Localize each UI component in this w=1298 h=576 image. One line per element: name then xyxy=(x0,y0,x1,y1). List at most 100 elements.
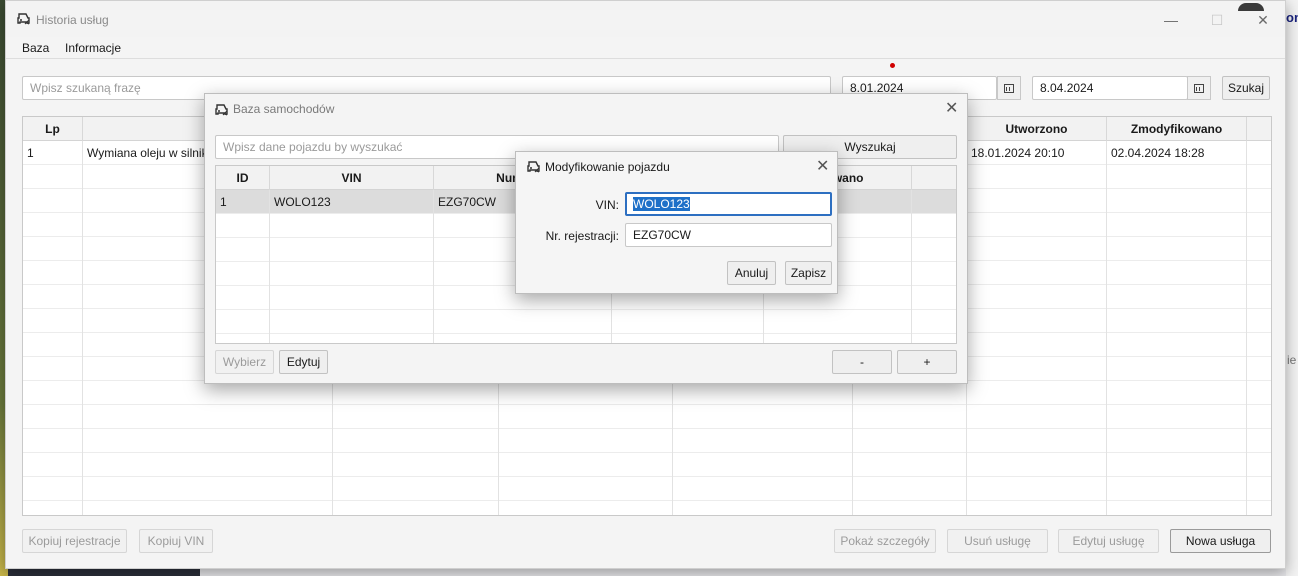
cell-empty xyxy=(1107,165,1247,189)
vin-label: VIN: xyxy=(595,198,619,212)
calendar-icon xyxy=(1194,83,1204,93)
cell-empty xyxy=(23,405,83,429)
cell-empty xyxy=(612,310,764,334)
menu-baza[interactable]: Baza xyxy=(22,41,49,55)
cell-empty xyxy=(23,501,83,515)
cell-empty xyxy=(967,309,1107,333)
date-from-picker-button[interactable] xyxy=(997,76,1021,100)
add-vehicle-button[interactable]: + xyxy=(897,350,957,374)
empty-table-row xyxy=(216,310,956,334)
cell-empty xyxy=(23,309,83,333)
cell-empty xyxy=(83,501,333,515)
column-header-vin[interactable]: VIN xyxy=(270,166,434,190)
car-icon xyxy=(527,161,540,173)
empty-table-row xyxy=(23,429,1271,453)
notification-dot xyxy=(890,63,895,68)
cell-empty xyxy=(967,405,1107,429)
copy-registration-button[interactable]: Kopiuj rejestracje xyxy=(22,529,127,553)
cell-empty xyxy=(1107,213,1247,237)
cell-empty xyxy=(673,477,853,501)
empty-table-row xyxy=(23,381,1271,405)
cell-empty xyxy=(23,237,83,261)
maximize-button[interactable]: ☐ xyxy=(1194,7,1240,33)
cell-empty xyxy=(1107,429,1247,453)
cell-empty xyxy=(23,261,83,285)
cell-lp: 1 xyxy=(23,141,83,165)
title-bar[interactable]: Historia usług — ☐ ✕ xyxy=(6,1,1285,37)
cell-empty xyxy=(83,381,333,405)
cell-empty xyxy=(23,429,83,453)
cell-empty xyxy=(912,334,956,343)
cell-empty xyxy=(853,429,967,453)
cancel-button[interactable]: Anuluj xyxy=(727,261,776,285)
minimize-button[interactable]: — xyxy=(1148,7,1194,33)
select-vehicle-button[interactable]: Wybierz xyxy=(215,350,274,374)
cell-empty xyxy=(333,453,499,477)
empty-table-row xyxy=(23,453,1271,477)
vin-field[interactable]: WOLO123 xyxy=(625,192,832,216)
remove-vehicle-button[interactable]: - xyxy=(832,350,892,374)
registration-field[interactable]: EZG70CW xyxy=(625,223,832,247)
cell-empty xyxy=(853,453,967,477)
date-to-picker-button[interactable] xyxy=(1187,76,1211,100)
save-button[interactable]: Zapisz xyxy=(785,261,832,285)
desktop-background-right: om ie xyxy=(1286,0,1298,576)
empty-table-row xyxy=(23,477,1271,501)
cell-empty xyxy=(333,405,499,429)
cell-empty xyxy=(967,165,1107,189)
cell-empty xyxy=(23,357,83,381)
edit-vehicle-button[interactable]: Edytuj xyxy=(279,350,328,374)
registration-label: Nr. rejestracji: xyxy=(545,229,619,243)
cell-empty xyxy=(673,453,853,477)
cell-empty xyxy=(912,214,956,238)
column-header-created[interactable]: Utworzono xyxy=(967,117,1107,141)
close-icon[interactable]: ✕ xyxy=(945,101,958,117)
car-icon xyxy=(215,104,228,116)
search-button[interactable]: Szukaj xyxy=(1222,76,1270,100)
cell-empty xyxy=(967,189,1107,213)
dialog-title: Baza samochodów xyxy=(233,102,335,116)
cell-empty xyxy=(1107,381,1247,405)
menu-informacje[interactable]: Informacje xyxy=(65,41,121,55)
cell-empty xyxy=(912,310,956,334)
edit-service-button[interactable]: Edytuj usługę xyxy=(1058,529,1159,553)
avatar xyxy=(1238,3,1264,11)
cell-empty xyxy=(83,405,333,429)
show-details-button[interactable]: Pokaż szczegóły xyxy=(834,529,936,553)
cell-empty xyxy=(673,429,853,453)
delete-service-button[interactable]: Usuń usługę xyxy=(947,529,1048,553)
cell-created: 18.01.2024 20:10 xyxy=(967,141,1107,165)
cell-empty xyxy=(83,453,333,477)
cell-empty xyxy=(764,334,912,343)
cell-empty xyxy=(967,357,1107,381)
column-header-lp[interactable]: Lp xyxy=(23,117,83,141)
cell-empty xyxy=(23,189,83,213)
cell-empty xyxy=(216,286,270,310)
column-header-modified[interactable]: Zmodyfikowano xyxy=(1107,117,1247,141)
cell-empty xyxy=(333,381,499,405)
cell-empty xyxy=(673,501,853,515)
date-to-field[interactable]: 8.04.2024 xyxy=(1032,76,1188,100)
column-header-spacer xyxy=(912,166,956,190)
cell-empty xyxy=(912,190,956,214)
cell-empty xyxy=(23,477,83,501)
cell-empty xyxy=(23,165,83,189)
cell-empty xyxy=(967,261,1107,285)
cell-empty xyxy=(1107,333,1247,357)
cell-empty xyxy=(333,477,499,501)
cell-empty xyxy=(1107,237,1247,261)
cell-empty xyxy=(333,429,499,453)
new-service-button[interactable]: Nowa usługa xyxy=(1170,529,1271,553)
copy-vin-button[interactable]: Kopiuj VIN xyxy=(139,529,213,553)
cell-empty xyxy=(764,310,912,334)
cell-empty xyxy=(499,453,673,477)
column-header-id[interactable]: ID xyxy=(216,166,270,190)
close-icon[interactable]: ✕ xyxy=(816,159,829,175)
cell-empty xyxy=(270,286,434,310)
cell-empty xyxy=(23,213,83,237)
edit-vehicle-dialog: Modyfikowanie pojazdu ✕ VIN: WOLO123 Nr.… xyxy=(515,151,838,294)
cell-empty xyxy=(23,333,83,357)
cell-empty xyxy=(967,213,1107,237)
cell-empty xyxy=(499,429,673,453)
cell-empty xyxy=(1107,189,1247,213)
